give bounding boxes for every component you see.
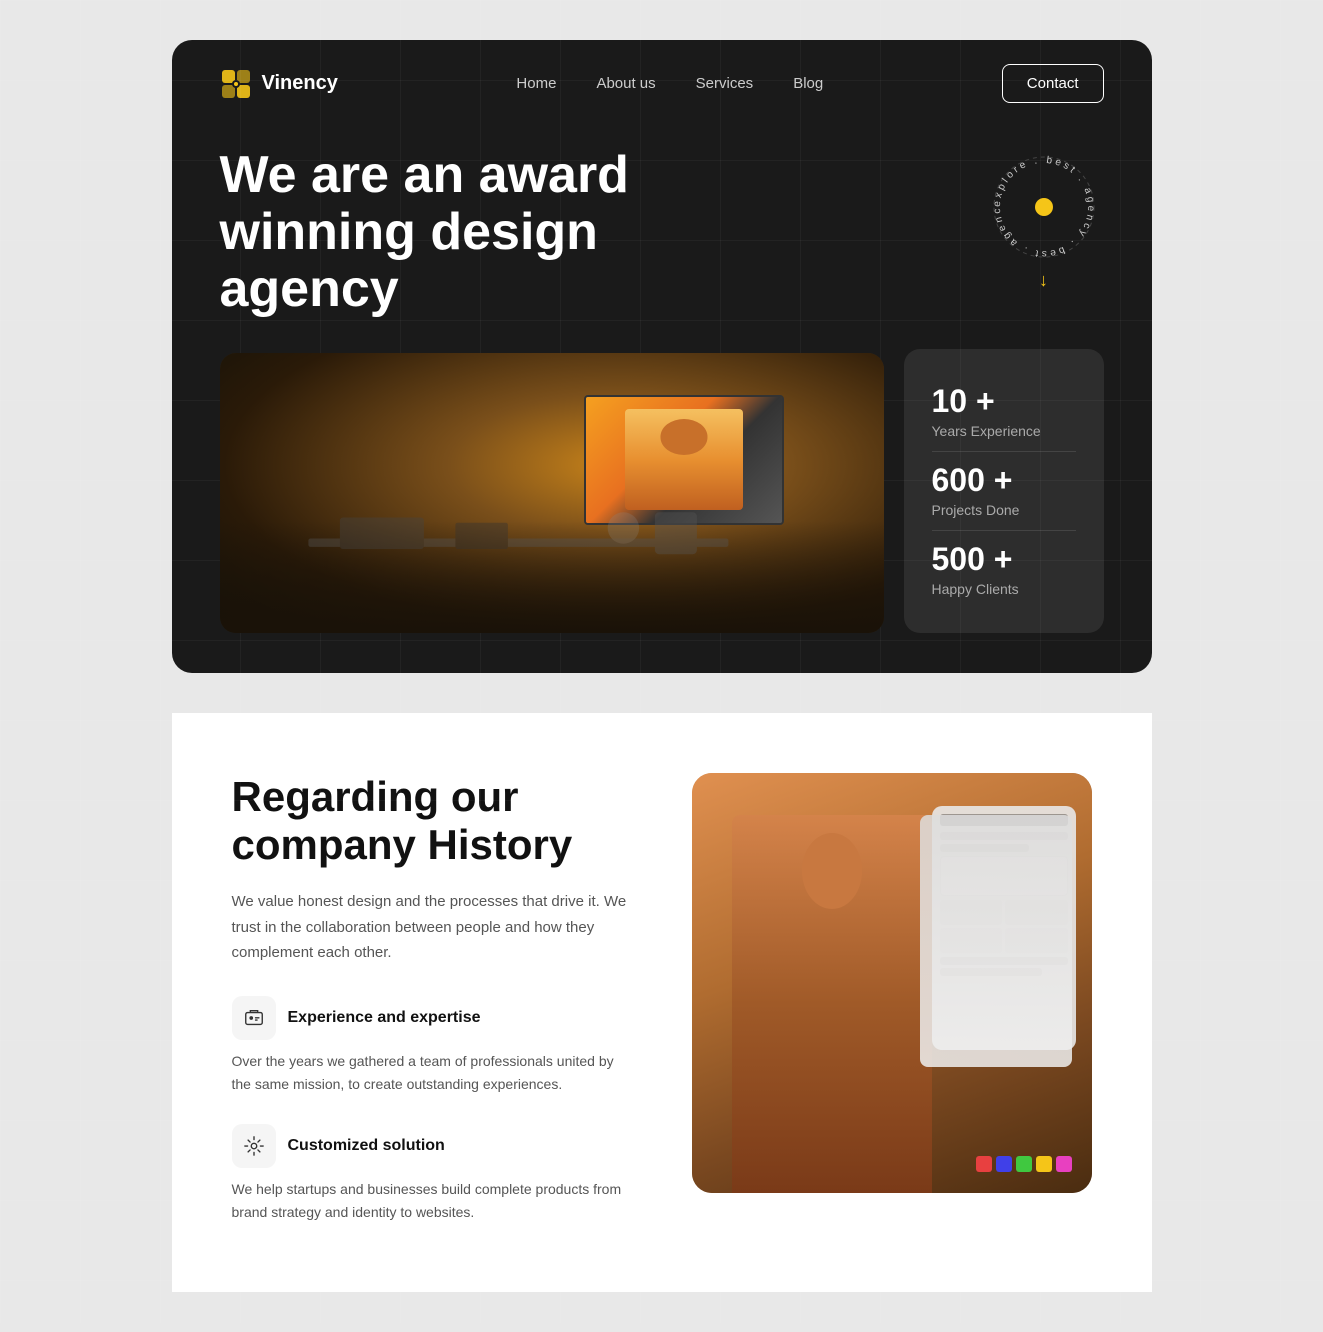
- person-figure: [732, 815, 932, 1193]
- badge-dot: [1035, 198, 1053, 216]
- stat-years-number: 10 +: [932, 385, 1076, 417]
- nav-blog[interactable]: Blog: [793, 75, 823, 92]
- badge-arrow: ↓: [1039, 270, 1048, 291]
- feature-custom-header: Customized solution: [232, 1124, 632, 1168]
- brand-name: Vinency: [262, 72, 338, 95]
- desk-items: [286, 507, 751, 591]
- feature-experience-desc: Over the years we gathered a team of pro…: [232, 1050, 632, 1096]
- hero-bottom: 10 + Years Experience 600 + Projects Don…: [172, 349, 1152, 673]
- about-left: Regarding our company History We value h…: [232, 773, 632, 1252]
- stat-clients-label: Happy Clients: [932, 581, 1076, 597]
- nav-home[interactable]: Home: [516, 75, 556, 92]
- about-img-simulation: [692, 773, 1092, 1193]
- person-on-screen: [625, 409, 743, 510]
- hero-image: [220, 353, 884, 633]
- feature-experience-header: Experience and expertise: [232, 996, 632, 1040]
- color-swatches: [976, 1156, 1072, 1172]
- nav-services[interactable]: Services: [696, 75, 754, 92]
- stat-projects-number: 600 +: [932, 464, 1076, 496]
- feature-custom-title: Customized solution: [288, 1137, 445, 1155]
- stats-card: 10 + Years Experience 600 + Projects Don…: [904, 349, 1104, 633]
- desk-scene: [220, 353, 884, 633]
- about-right-image: [692, 773, 1092, 1193]
- logo-icon: [220, 68, 252, 100]
- experience-icon: [232, 996, 276, 1040]
- stat-projects-label: Projects Done: [932, 502, 1076, 518]
- stat-years-label: Years Experience: [932, 423, 1076, 439]
- page-wrapper: Vinency Home About us Services Blog Cont…: [172, 40, 1152, 1292]
- circular-badge: explore . best . agency . best . agency …: [984, 147, 1104, 267]
- custom-icon: [232, 1124, 276, 1168]
- about-title: Regarding our company History: [232, 773, 632, 870]
- about-description: We value honest design and the processes…: [232, 889, 632, 966]
- navbar: Vinency Home About us Services Blog Cont…: [172, 40, 1152, 127]
- stat-projects: 600 + Projects Done: [932, 452, 1076, 531]
- monitor: [584, 395, 784, 525]
- feature-experience: Experience and expertise Over the years …: [232, 996, 632, 1096]
- nav-about[interactable]: About us: [596, 75, 655, 92]
- monitor-content: [586, 397, 782, 523]
- feature-experience-title: Experience and expertise: [288, 1009, 481, 1027]
- feature-custom-desc: We help startups and businesses build co…: [232, 1178, 632, 1224]
- stat-clients-number: 500 +: [932, 543, 1076, 575]
- stat-clients: 500 + Happy Clients: [932, 531, 1076, 609]
- nav-links: Home About us Services Blog: [516, 75, 823, 93]
- logo[interactable]: Vinency: [220, 68, 338, 100]
- hero-headline: We are an award winning design agency: [220, 147, 780, 319]
- hero-content: We are an award winning design agency ex…: [172, 127, 1152, 339]
- person-head: [802, 833, 862, 909]
- wireframe-screen: [932, 806, 1076, 1050]
- stat-years: 10 + Years Experience: [932, 373, 1076, 452]
- hero-section: Vinency Home About us Services Blog Cont…: [172, 40, 1152, 673]
- wireframe-content: [932, 806, 1076, 984]
- feature-custom: Customized solution We help startups and…: [232, 1124, 632, 1224]
- contact-button[interactable]: Contact: [1002, 64, 1104, 103]
- monitor-screen: [586, 397, 782, 523]
- about-section: Regarding our company History We value h…: [172, 713, 1152, 1292]
